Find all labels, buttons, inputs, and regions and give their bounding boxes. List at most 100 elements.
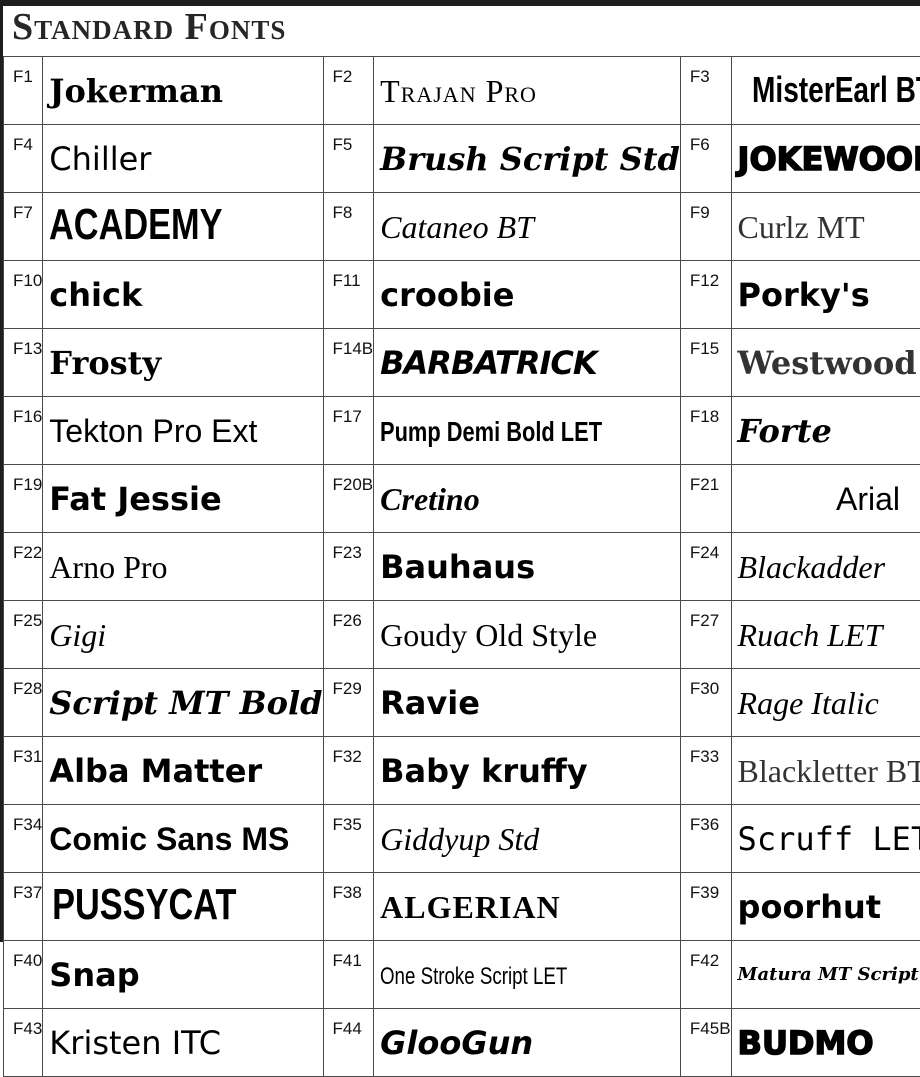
font-code: F25 [4, 601, 43, 669]
font-sample: Baby kruffy [374, 737, 681, 805]
font-sample: GlooGun [374, 1009, 681, 1077]
table-row: F1 Jokerman F2 Trajan Pro F3 MisterEarl … [4, 57, 920, 125]
font-code: F1 [4, 57, 43, 125]
font-code: F23 [323, 533, 374, 601]
font-sample: Alba Matter [43, 737, 323, 805]
font-code: F44 [323, 1009, 374, 1077]
font-sample: Blackletter BT [731, 737, 920, 805]
font-code: F7 [4, 193, 43, 261]
table-row: F34 Comic Sans MS F35 Giddyup Std F36 Sc… [4, 805, 920, 873]
font-code: F9 [680, 193, 731, 261]
table-row: F40 Snap F41 One Stroke Script LET F42 M… [4, 941, 920, 1009]
table-row: F22 Arno Pro F23 Bauhaus F24 Blackadder [4, 533, 920, 601]
font-sample: Giddyup Std [374, 805, 681, 873]
font-code: F45B [680, 1009, 731, 1077]
font-sample: Gigi [43, 601, 323, 669]
font-code: F38 [323, 873, 374, 941]
font-code: F5 [323, 125, 374, 193]
font-sample-table: F1 Jokerman F2 Trajan Pro F3 MisterEarl … [3, 56, 920, 1077]
font-code: F18 [680, 397, 731, 465]
font-sample: Scruff LET [731, 805, 920, 873]
font-sample: Jokerman [43, 57, 323, 125]
font-sample: croobie [374, 261, 681, 329]
table-row: F19 Fat Jessie F20B Cretino F21 Arial [4, 465, 920, 533]
font-sample: Fat Jessie [43, 465, 323, 533]
font-code: F32 [323, 737, 374, 805]
font-sample: BUDMO [731, 1009, 920, 1077]
font-code: F3 [680, 57, 731, 125]
font-code: F39 [680, 873, 731, 941]
font-code: F28 [4, 669, 43, 737]
font-sample: ALGERIAN [374, 873, 681, 941]
table-row: F10 chick F11 croobie F12 Porky's [4, 261, 920, 329]
font-code: F27 [680, 601, 731, 669]
font-code: F12 [680, 261, 731, 329]
font-code: F10 [4, 261, 43, 329]
font-code: F41 [323, 941, 374, 1009]
table-row: F16 Tekton Pro Ext F17 Pump Demi Bold LE… [4, 397, 920, 465]
font-sample: Ravie [374, 669, 681, 737]
font-sample: Chiller [43, 125, 323, 193]
font-sample: ACADEMY [49, 205, 223, 245]
table-row: F4 Chiller F5 Brush Script Std F6 JOKEWO… [4, 125, 920, 193]
table-row: F31 Alba Matter F32 Baby kruffy F33 Blac… [4, 737, 920, 805]
font-sample: Goudy Old Style [374, 601, 681, 669]
font-sample: Frosty [43, 329, 323, 397]
table-row: F43 Kristen ITC F44 GlooGun F45B BUDMO [4, 1009, 920, 1077]
font-sample: Tekton Pro Ext [43, 397, 323, 465]
font-code: F33 [680, 737, 731, 805]
font-code: F17 [323, 397, 374, 465]
font-sample: Cataneo BT [374, 193, 681, 261]
font-sample: Kristen ITC [43, 1009, 323, 1077]
font-code: F20B [323, 465, 374, 533]
font-sample: Westwood LET [731, 329, 920, 397]
font-code: F13 [4, 329, 43, 397]
page-title: Standard Fonts [12, 5, 286, 49]
table-row: F37 PUSSYCAT F38 ALGERIAN F39 poorhut [4, 873, 920, 941]
font-sample: BARBATRICK [374, 329, 681, 397]
font-code: F29 [323, 669, 374, 737]
font-sample: Brush Script Std [374, 125, 681, 193]
font-sample: Blackadder [731, 533, 920, 601]
font-code: F34 [4, 805, 43, 873]
font-code: F24 [680, 533, 731, 601]
font-code: F26 [323, 601, 374, 669]
font-code: F21 [680, 465, 731, 533]
font-sample: PUSSYCAT [49, 885, 236, 925]
font-code: F11 [323, 261, 374, 329]
font-sample: Curlz MT [731, 193, 920, 261]
table-row: F28 Script MT Bold F29 Ravie F30 Rage It… [4, 669, 920, 737]
font-code: F15 [680, 329, 731, 397]
font-sample: Trajan Pro [374, 57, 681, 125]
font-sample: Snap [43, 941, 323, 1009]
font-sample: Comic Sans MS [43, 805, 323, 873]
table-row: F7 ACADEMY F8 Cataneo BT F9 Curlz MT [4, 193, 920, 261]
font-sample: Rage Italic [731, 669, 920, 737]
font-sample: Arial [731, 465, 920, 533]
font-code: F22 [4, 533, 43, 601]
font-code: F35 [323, 805, 374, 873]
font-code: F43 [4, 1009, 43, 1077]
font-sample: poorhut [731, 873, 920, 941]
font-code: F42 [680, 941, 731, 1009]
font-code: F31 [4, 737, 43, 805]
font-sample: Matura MT Script [731, 941, 920, 1009]
font-sample: JOKEWOOD [731, 125, 920, 193]
font-sample: Cretino [374, 465, 681, 533]
font-sample: Ruach LET [731, 601, 920, 669]
font-code: F36 [680, 805, 731, 873]
font-code: F8 [323, 193, 374, 261]
font-sample: Pump Demi Bold LET [380, 412, 602, 452]
font-code: F4 [4, 125, 43, 193]
table-row: F13 Frosty F14B BARBATRICK F15 Westwood … [4, 329, 920, 397]
font-sample: Bauhaus [374, 533, 681, 601]
font-sample: One Stroke Script LET [380, 957, 567, 997]
font-code: F40 [4, 941, 43, 1009]
font-sample: chick [43, 261, 323, 329]
font-sample: Arno Pro [43, 533, 323, 601]
font-code: F16 [4, 397, 43, 465]
font-sample: Porky's [731, 261, 920, 329]
font-code: F2 [323, 57, 374, 125]
font-code: F19 [4, 465, 43, 533]
font-sample: Script MT Bold [43, 669, 323, 737]
